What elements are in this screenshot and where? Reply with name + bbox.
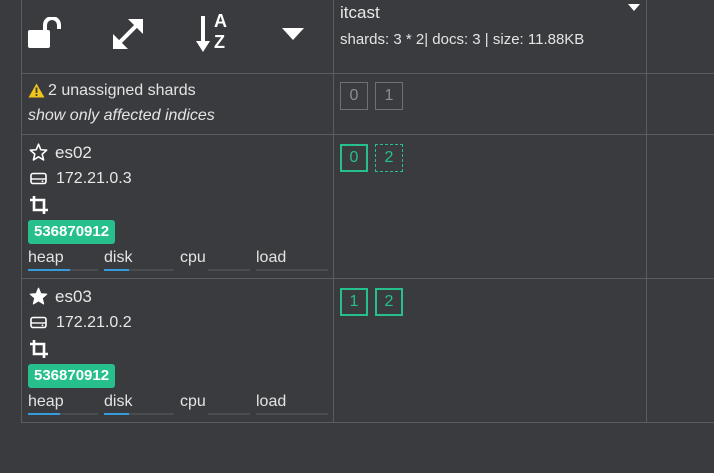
index-name[interactable]: itcast	[340, 3, 380, 23]
index-stats: shards: 3 * 2| docs: 3 | size: 11.88KB	[340, 31, 585, 48]
caret-down-icon[interactable]	[281, 27, 305, 41]
metric-load-bar	[256, 269, 328, 271]
node-name[interactable]: es02	[55, 143, 92, 163]
metric-disk-fill	[104, 413, 129, 415]
expand-icon[interactable]	[111, 17, 145, 51]
metric-disk-bar	[104, 413, 174, 415]
metric-cpu-label: cpu	[180, 393, 206, 410]
unassigned-warning-text: 2 unassigned shards	[48, 82, 196, 99]
node-shard-primary[interactable]: 2	[375, 288, 403, 316]
warning-icon	[28, 83, 45, 98]
node-name[interactable]: es03	[55, 287, 92, 307]
unassigned-shard[interactable]: 0	[340, 82, 368, 110]
hdd-icon	[30, 172, 47, 185]
sort-letter-a: A	[214, 11, 227, 31]
hdd-icon	[30, 316, 47, 329]
metric-heap-fill	[28, 413, 60, 415]
metric-load-label: load	[256, 249, 287, 266]
grid-line	[21, 0, 22, 423]
crop-icon	[30, 196, 48, 214]
star-outline-icon	[29, 143, 48, 161]
unlock-icon[interactable]	[27, 17, 63, 49]
node-shard-primary[interactable]: 0	[340, 144, 368, 172]
metric-cpu-label: cpu	[180, 249, 206, 266]
sort-down-arrow-icon	[196, 16, 210, 52]
metric-cpu-bar	[208, 269, 250, 271]
grid-line	[333, 0, 334, 423]
metric-disk-bar	[104, 269, 174, 271]
heap-max-badge: 536870912	[28, 364, 116, 388]
node-shard-primary[interactable]: 1	[340, 288, 368, 316]
unassigned-shard[interactable]: 1	[375, 82, 403, 110]
metric-load-bar	[256, 413, 328, 415]
metric-load-label: load	[256, 393, 287, 410]
grid-line	[21, 278, 714, 279]
metric-heap-bar	[28, 269, 98, 271]
metric-disk-label: disk	[104, 249, 133, 266]
node-ip: 172.21.0.3	[56, 170, 132, 187]
grid-line	[21, 134, 714, 135]
heap-max-badge: 536870912	[28, 220, 116, 244]
metric-heap-label: heap	[28, 393, 64, 410]
metric-cpu-bar	[208, 413, 250, 415]
metric-heap-label: heap	[28, 249, 64, 266]
grid-line	[21, 73, 714, 74]
metric-disk-fill	[104, 269, 129, 271]
node-ip: 172.21.0.2	[56, 314, 132, 331]
star-filled-icon	[29, 287, 48, 305]
metric-disk-label: disk	[104, 393, 133, 410]
metric-heap-bar	[28, 413, 98, 415]
metric-heap-fill	[28, 269, 70, 271]
sort-alpha-icon[interactable]: A Z	[196, 12, 236, 54]
crop-icon	[30, 340, 48, 358]
grid-line	[21, 422, 714, 423]
grid-line	[646, 0, 647, 423]
show-affected-indices-link[interactable]: show only affected indices	[28, 107, 215, 125]
node-shard-initializing[interactable]: 2	[375, 144, 403, 172]
sort-letter-z: Z	[214, 32, 225, 52]
index-menu-caret-icon[interactable]	[628, 4, 640, 12]
